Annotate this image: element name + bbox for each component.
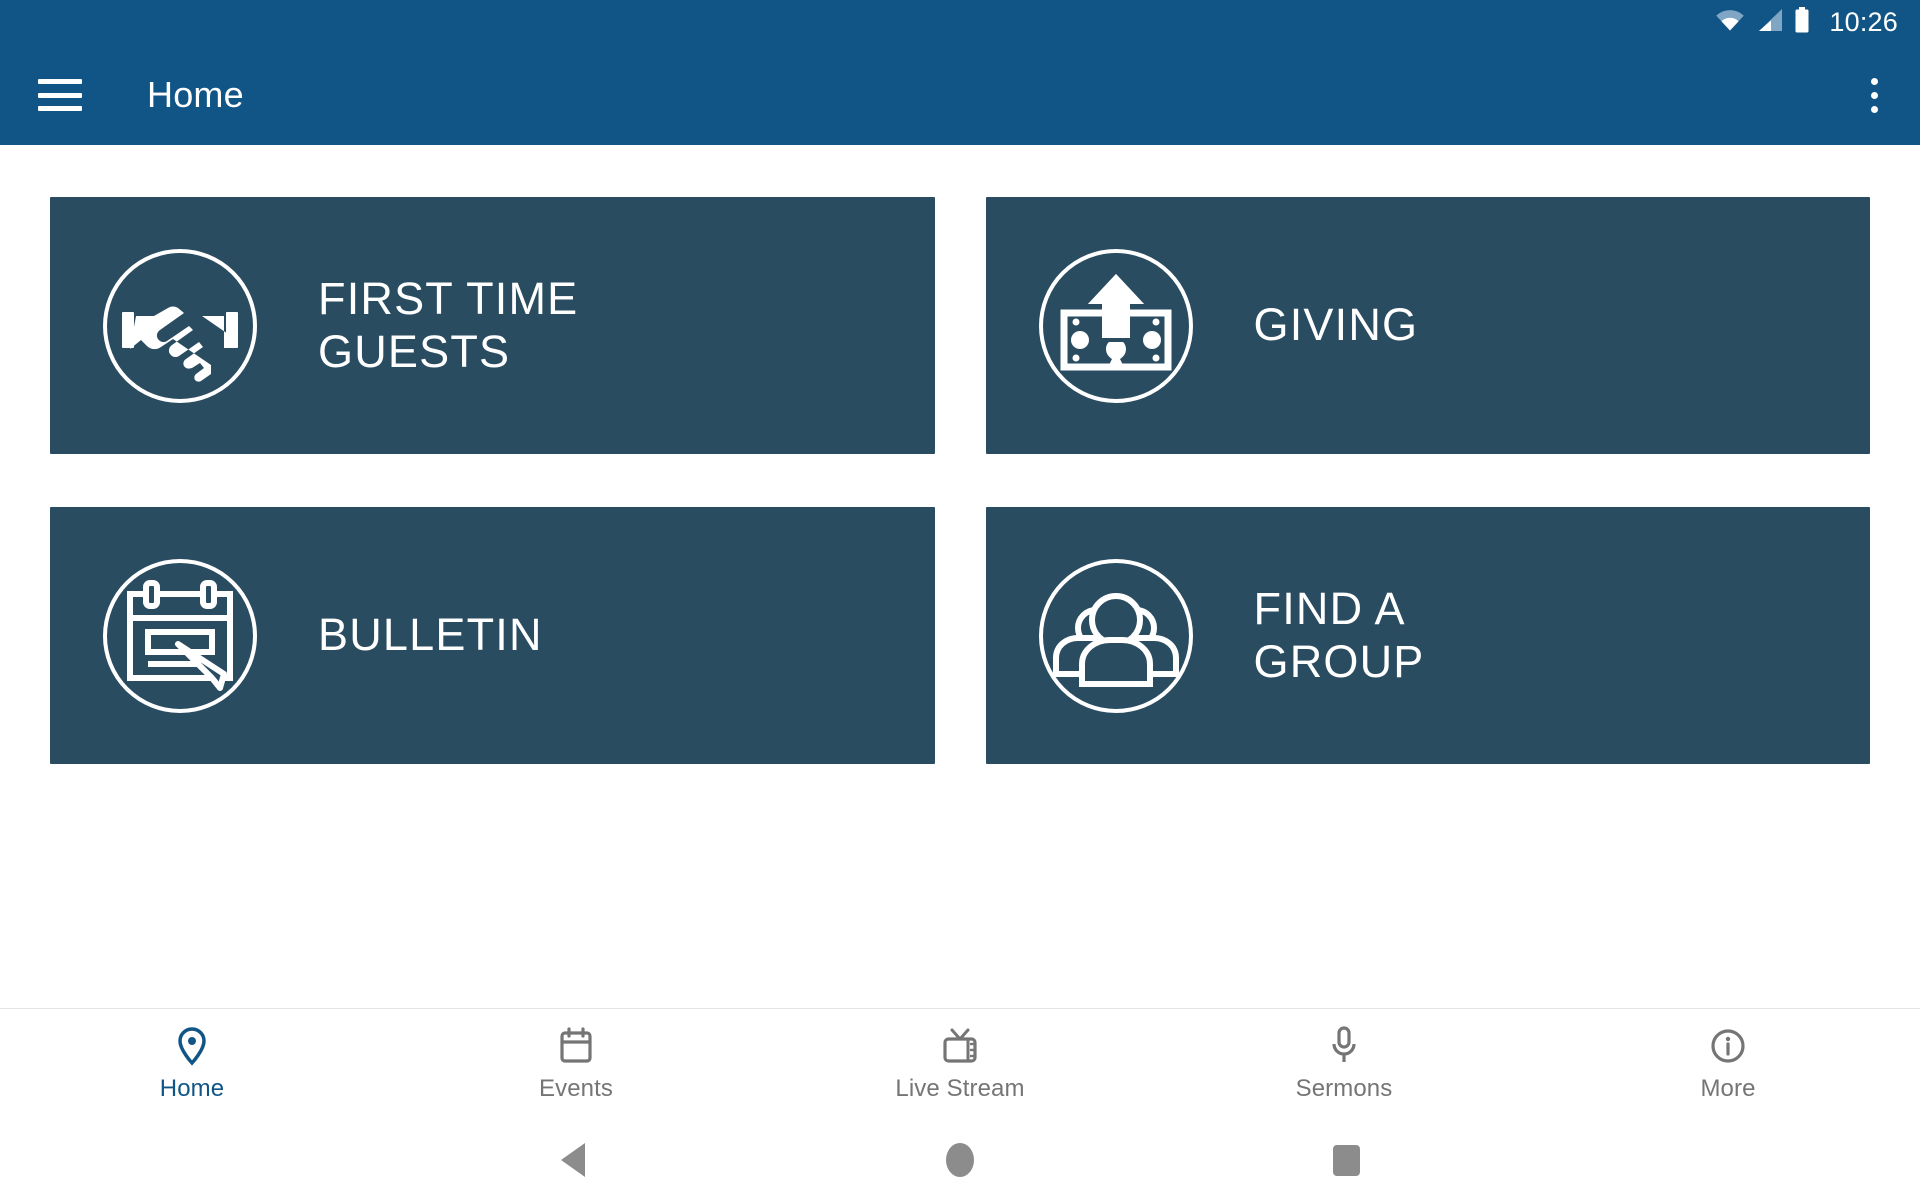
location-pin-icon <box>176 1026 208 1066</box>
tab-label: Events <box>539 1075 613 1102</box>
tab-live-stream[interactable]: Live Stream <box>768 1009 1152 1120</box>
microphone-icon <box>1329 1026 1359 1066</box>
money-arrow-up-icon <box>1034 244 1198 408</box>
status-bar: 10:26 <box>0 0 1920 45</box>
tab-label: Home <box>159 1075 225 1102</box>
home-circle-icon[interactable] <box>925 1125 995 1195</box>
tab-more[interactable]: More <box>1536 1009 1920 1120</box>
tab-label: Live Stream <box>895 1075 1025 1102</box>
wifi-icon <box>1715 8 1745 37</box>
app-root: 10:26 Home FIRST TIME GUESTS GIVING BULL… <box>0 0 1920 1200</box>
info-circle-icon <box>1709 1026 1747 1066</box>
tile-first-time-guests[interactable]: First Time Guests <box>50 197 935 454</box>
overflow-menu-icon[interactable] <box>1854 71 1894 119</box>
handshake-icon <box>98 244 262 408</box>
calendar-pencil-icon <box>98 554 262 718</box>
tile-label: First Time Guests <box>318 272 579 377</box>
tile-giving[interactable]: Giving <box>985 197 1870 454</box>
tile-label: Bulletin <box>318 609 543 661</box>
calendar-icon <box>559 1026 593 1066</box>
app-bar: Home <box>0 45 1920 145</box>
tab-events[interactable]: Events <box>384 1009 768 1120</box>
status-bar-icons: 10:26 <box>1715 7 1898 38</box>
status-bar-clock: 10:26 <box>1829 7 1898 37</box>
hamburger-menu-icon[interactable] <box>38 75 86 115</box>
page-title: Home <box>147 74 244 115</box>
tile-find-a-group[interactable]: Find A Group <box>985 507 1870 764</box>
tile-label: Giving <box>1253 299 1419 351</box>
television-icon <box>941 1026 979 1066</box>
tab-home[interactable]: Home <box>0 1009 384 1120</box>
tab-label: Sermons <box>1295 1075 1393 1102</box>
back-triangle-icon[interactable] <box>538 1125 608 1195</box>
tile-bulletin[interactable]: Bulletin <box>50 507 935 764</box>
cellular-signal-icon <box>1756 8 1783 37</box>
tab-label: More <box>1700 1075 1756 1102</box>
tab-sermons[interactable]: Sermons <box>1152 1009 1536 1120</box>
tile-label: Find A Group <box>1253 582 1425 687</box>
main-content: First Time Guests <box>0 145 1920 1008</box>
tile-row-1: First Time Guests <box>50 197 1870 454</box>
group-people-icon <box>1034 554 1198 718</box>
recents-square-icon[interactable] <box>1312 1125 1382 1195</box>
battery-icon <box>1794 7 1810 38</box>
bottom-tab-bar: Home Events Live Stream Sermons More <box>0 1008 1920 1120</box>
tile-row-2: Bulletin <box>50 507 1870 764</box>
android-system-nav <box>0 1120 1920 1200</box>
